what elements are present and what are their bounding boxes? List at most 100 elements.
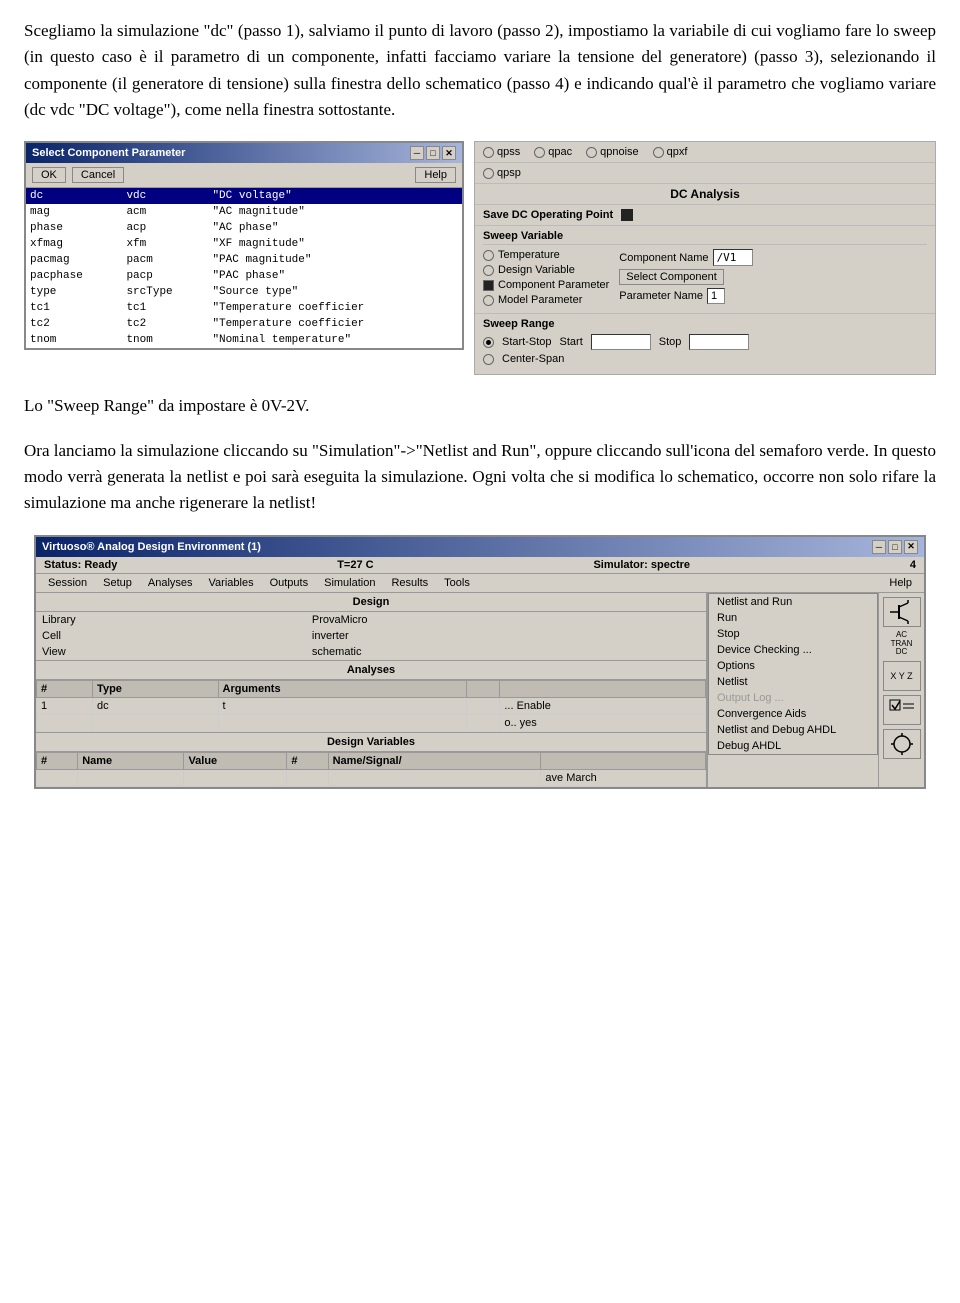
menu-convergence-aids[interactable]: Convergence Aids xyxy=(709,706,877,722)
simulation-menu-area: Netlist and Run Run Stop Device Checking… xyxy=(707,593,878,787)
menu-tools[interactable]: Tools xyxy=(436,575,478,591)
menu-options[interactable]: Options xyxy=(709,658,877,674)
ade-simulator: Simulator: spectre xyxy=(593,559,690,571)
main-content: Scegliamo la simulazione "dc" (passo 1),… xyxy=(0,0,960,799)
menu-session[interactable]: Session xyxy=(40,575,95,591)
qpxf-label: qpxf xyxy=(667,146,688,158)
param-table-row[interactable]: phaseacp"AC phase" xyxy=(26,220,462,236)
maximize-icon[interactable]: □ xyxy=(426,146,440,160)
menu-results[interactable]: Results xyxy=(383,575,436,591)
menu-debug-ahdl[interactable]: Debug AHDL xyxy=(709,738,877,754)
component-name-input[interactable] xyxy=(713,249,753,266)
param-table-row[interactable]: typesrcType"Source type" xyxy=(26,284,462,300)
simulation-run-text: Ora lanciamo la simulazione cliccando su… xyxy=(24,438,936,517)
sidebar-xyz-btn[interactable]: X Y Z xyxy=(883,661,921,691)
model-parameter-radio[interactable] xyxy=(483,295,494,306)
menu-setup[interactable]: Setup xyxy=(95,575,140,591)
qpxf-check[interactable]: qpxf xyxy=(653,146,688,158)
param-cell-9-1: tnom xyxy=(122,332,208,348)
param-table-row[interactable]: tc2tc2"Temperature coefficier xyxy=(26,316,462,332)
qpss-check[interactable]: qpss xyxy=(483,146,520,158)
param-cell-6-2: "Source type" xyxy=(208,284,462,300)
design-variable-radio[interactable] xyxy=(483,265,494,276)
component-parameter-checkbox[interactable] xyxy=(483,280,494,291)
ade-maximize-icon[interactable]: □ xyxy=(888,540,902,554)
menu-stop[interactable]: Stop xyxy=(709,626,877,642)
param-cell-8-0: tc2 xyxy=(26,316,122,332)
parameter-name-input[interactable] xyxy=(707,288,725,304)
menu-variables[interactable]: Variables xyxy=(201,575,262,591)
menu-device-checking[interactable]: Device Checking ... xyxy=(709,642,877,658)
menu-netlist[interactable]: Netlist xyxy=(709,674,877,690)
qpnoise-label: qpnoise xyxy=(600,146,639,158)
temperature-label: Temperature xyxy=(498,249,560,261)
qpss-radio xyxy=(483,147,494,158)
menu-output-log[interactable]: Output Log ... xyxy=(709,690,877,706)
start-input[interactable] xyxy=(591,334,651,350)
save-dc-checkbox[interactable] xyxy=(621,209,633,221)
dv-col-signal: Name/Signal/ xyxy=(328,752,541,769)
dialog-titlebar: Select Component Parameter ─ □ ✕ xyxy=(26,143,462,163)
ade-close-icon[interactable]: ✕ xyxy=(904,540,918,554)
sweep-left-col: Temperature Design Variable Component Pa… xyxy=(483,249,609,309)
param-table-row[interactable]: magacm"AC magnitude" xyxy=(26,204,462,220)
ade-minimize-icon[interactable]: ─ xyxy=(872,540,886,554)
param-table-row[interactable]: tnomtnom"Nominal temperature" xyxy=(26,332,462,348)
param-cell-0-2: "DC voltage" xyxy=(208,188,462,204)
center-span-radio[interactable] xyxy=(483,354,494,365)
sidebar-check-btn[interactable] xyxy=(883,695,921,725)
param-cell-3-2: "XF magnitude" xyxy=(208,236,462,252)
close-icon[interactable]: ✕ xyxy=(442,146,456,160)
start-stop-radio[interactable] xyxy=(483,337,494,348)
start-stop-row: Start-Stop Start Stop xyxy=(483,334,927,350)
dv-section-title: Design Variables xyxy=(36,732,706,752)
qpnoise-check[interactable]: qpnoise xyxy=(586,146,639,158)
param-table-row[interactable]: tc1tc1"Temperature coefficier xyxy=(26,300,462,316)
param-cell-3-0: xfmag xyxy=(26,236,122,252)
menu-netlist-debug-ahdl[interactable]: Netlist and Debug AHDL xyxy=(709,722,877,738)
enable-label: ... Enable xyxy=(504,700,550,712)
param-table-row[interactable]: pacphasepacp"PAC phase" xyxy=(26,268,462,284)
param-cell-9-2: "Nominal temperature" xyxy=(208,332,462,348)
menu-simulation[interactable]: Simulation xyxy=(316,575,383,591)
sweep-range-title: Sweep Range xyxy=(483,318,927,330)
ade-sim-number: 4 xyxy=(910,559,916,571)
param-cell-7-1: tc1 xyxy=(122,300,208,316)
model-parameter-radio-item: Model Parameter xyxy=(483,294,609,306)
param-table-row[interactable]: dcvdc"DC voltage" xyxy=(26,188,462,204)
param-table-row[interactable]: pacmagpacm"PAC magnitude" xyxy=(26,252,462,268)
qpsp-check[interactable]: qpsp xyxy=(483,167,521,179)
menu-run[interactable]: Run xyxy=(709,610,877,626)
view-value: schematic xyxy=(306,644,706,660)
qpac-check[interactable]: qpac xyxy=(534,146,572,158)
row1-enable: ... Enable xyxy=(500,697,706,714)
col-enable xyxy=(500,680,706,697)
param-cell-1-1: acm xyxy=(122,204,208,220)
param-cell-5-1: pacp xyxy=(122,268,208,284)
dv-r1-value xyxy=(184,769,287,786)
minimize-icon[interactable]: ─ xyxy=(410,146,424,160)
sidebar-transistor-icon[interactable] xyxy=(883,597,921,627)
help-button[interactable]: Help xyxy=(415,167,456,183)
sidebar-tool-btn[interactable] xyxy=(883,729,921,759)
ade-menubar: Session Setup Analyses Variables Outputs… xyxy=(36,574,924,593)
qpsp-radio xyxy=(483,168,494,179)
qpsp-row: qpsp xyxy=(475,163,935,184)
param-cell-4-2: "PAC magnitude" xyxy=(208,252,462,268)
design-label: Design xyxy=(36,593,706,612)
qpxf-radio xyxy=(653,147,664,158)
analyses-section-title: Analyses xyxy=(36,660,706,680)
menu-help[interactable]: Help xyxy=(881,575,920,591)
dv-col-extra xyxy=(541,752,706,769)
cancel-button[interactable]: Cancel xyxy=(72,167,124,183)
menu-netlist-and-run[interactable]: Netlist and Run xyxy=(709,594,877,610)
component-name-row: Component Name xyxy=(619,249,752,266)
menu-outputs[interactable]: Outputs xyxy=(262,575,317,591)
ok-button[interactable]: OK xyxy=(32,167,66,183)
select-component-button[interactable]: Select Component xyxy=(619,269,724,285)
param-table-row[interactable]: xfmagxfm"XF magnitude" xyxy=(26,236,462,252)
temperature-radio[interactable] xyxy=(483,250,494,261)
menu-analyses[interactable]: Analyses xyxy=(140,575,201,591)
stop-input[interactable] xyxy=(689,334,749,350)
save-dc-row: Save DC Operating Point xyxy=(475,205,935,226)
